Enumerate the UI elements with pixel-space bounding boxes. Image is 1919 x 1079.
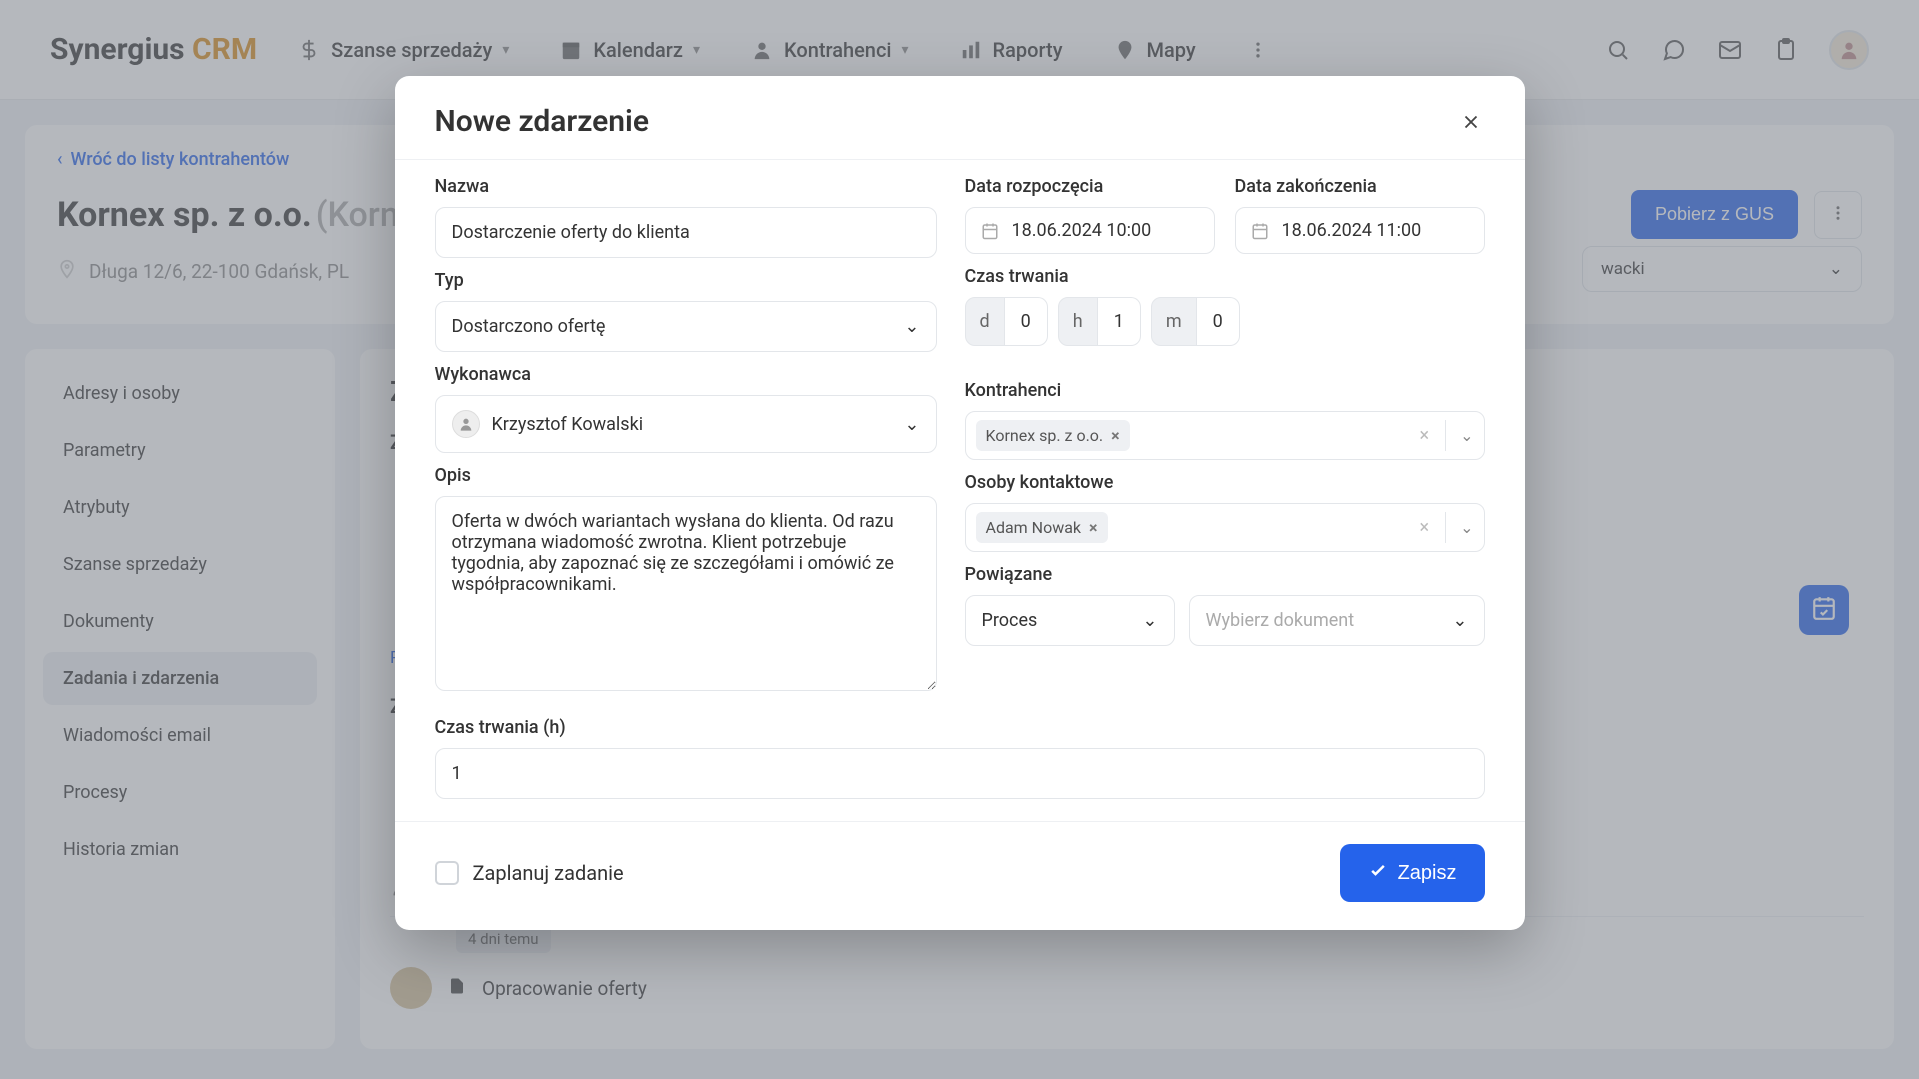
label-end: Data zakończenia [1235,176,1485,197]
related-process-value: Proces [982,610,1038,631]
dur-m-value: 0 [1197,297,1240,346]
type-select[interactable]: Dostarczono ofertę ⌄ [435,301,937,352]
chevron-down-icon: ⌄ [1452,610,1467,631]
label-related: Powiązane [965,564,1485,585]
contractors-input[interactable]: Kornex sp. z o.o. × × ⌄ [965,411,1485,460]
clear-icon[interactable]: × [1411,517,1437,538]
related-row: Proces ⌄ Wybierz dokument ⌄ [965,595,1485,646]
contractor-tag-label: Kornex sp. z o.o. [986,426,1104,445]
assignee-avatar-icon [452,410,480,438]
dur-m-label: m [1151,297,1197,346]
chevron-down-icon: ⌄ [904,316,919,337]
dur-h-label: h [1058,297,1098,346]
start-date-input[interactable]: 18.06.2024 10:00 [965,207,1215,254]
type-value: Dostarczono ofertę [452,316,606,337]
chevron-down-icon[interactable]: ⌄ [1445,512,1473,543]
form-grid: Nazwa Typ Dostarczono ofertę ⌄ Wykonawca… [435,164,1485,695]
label-desc: Opis [435,465,937,486]
save-button[interactable]: Zapisz [1340,844,1485,902]
related-doc-select[interactable]: Wybierz dokument ⌄ [1189,595,1485,646]
form-col-left: Nazwa Typ Dostarczono ofertę ⌄ Wykonawca… [435,164,937,695]
chevron-down-icon: ⌄ [1142,610,1157,631]
chevron-down-icon[interactable]: ⌄ [1445,420,1473,451]
contacts-input[interactable]: Adam Nowak × × ⌄ [965,503,1485,552]
remove-tag-icon[interactable]: × [1111,426,1120,445]
plan-task-label: Zaplanuj zadanie [473,861,624,885]
contact-tag-label: Adam Nowak [986,518,1082,537]
modal-overlay: Nowe zdarzenie Nazwa Typ Dostarczono ofe… [0,0,1919,1079]
clear-icon[interactable]: × [1411,425,1437,446]
start-date-value: 18.06.2024 10:00 [1012,220,1152,241]
end-date-input[interactable]: 18.06.2024 11:00 [1235,207,1485,254]
duration-minutes[interactable]: m0 [1151,297,1240,346]
close-icon [1460,111,1482,133]
dur-h-value: 1 [1098,297,1141,346]
check-icon [1368,860,1388,886]
assignee-select[interactable]: Krzysztof Kowalski ⌄ [435,395,937,453]
related-doc-placeholder: Wybierz dokument [1206,610,1355,631]
chevron-down-icon: ⌄ [904,414,919,435]
modal-body: Nazwa Typ Dostarczono ofertę ⌄ Wykonawca… [395,159,1525,821]
label-start: Data rozpoczęcia [965,176,1215,197]
plan-task-checkbox[interactable] [435,861,459,885]
label-duration: Czas trwania [965,266,1485,287]
remove-tag-icon[interactable]: × [1089,518,1098,537]
assignee-name: Krzysztof Kowalski [492,414,644,435]
modal: Nowe zdarzenie Nazwa Typ Dostarczono ofe… [395,76,1525,930]
modal-footer: Zaplanuj zadanie Zapisz [395,821,1525,930]
assignee-value-wrap: Krzysztof Kowalski [452,410,644,438]
duration-days[interactable]: d0 [965,297,1048,346]
label-duration-h: Czas trwania (h) [435,717,1485,738]
name-input[interactable] [435,207,937,258]
end-date-value: 18.06.2024 11:00 [1282,220,1422,241]
calendar-icon [1250,221,1270,241]
related-process-select[interactable]: Proces ⌄ [965,595,1175,646]
label-assignee: Wykonawca [435,364,937,385]
label-contractors: Kontrahenci [965,380,1485,401]
desc-textarea[interactable] [435,496,937,691]
label-name: Nazwa [435,176,937,197]
duration-hours[interactable]: h1 [1058,297,1141,346]
duration-row: d0 h1 m0 [965,297,1485,346]
date-row: Data rozpoczęcia 18.06.2024 10:00 Data z… [965,164,1485,254]
dur-d-label: d [965,297,1005,346]
calendar-icon [980,221,1000,241]
form-col-right: Data rozpoczęcia 18.06.2024 10:00 Data z… [965,164,1485,695]
close-button[interactable] [1457,108,1485,136]
contact-tag: Adam Nowak × [976,512,1108,543]
dur-d-value: 0 [1005,297,1048,346]
save-label: Zapisz [1398,862,1457,885]
label-type: Typ [435,270,937,291]
modal-header: Nowe zdarzenie [395,76,1525,159]
contractor-tag: Kornex sp. z o.o. × [976,420,1130,451]
modal-title: Nowe zdarzenie [435,104,649,139]
label-contacts: Osoby kontaktowe [965,472,1485,493]
duration-h-input[interactable] [435,748,1485,799]
plan-task-row: Zaplanuj zadanie [435,861,624,885]
